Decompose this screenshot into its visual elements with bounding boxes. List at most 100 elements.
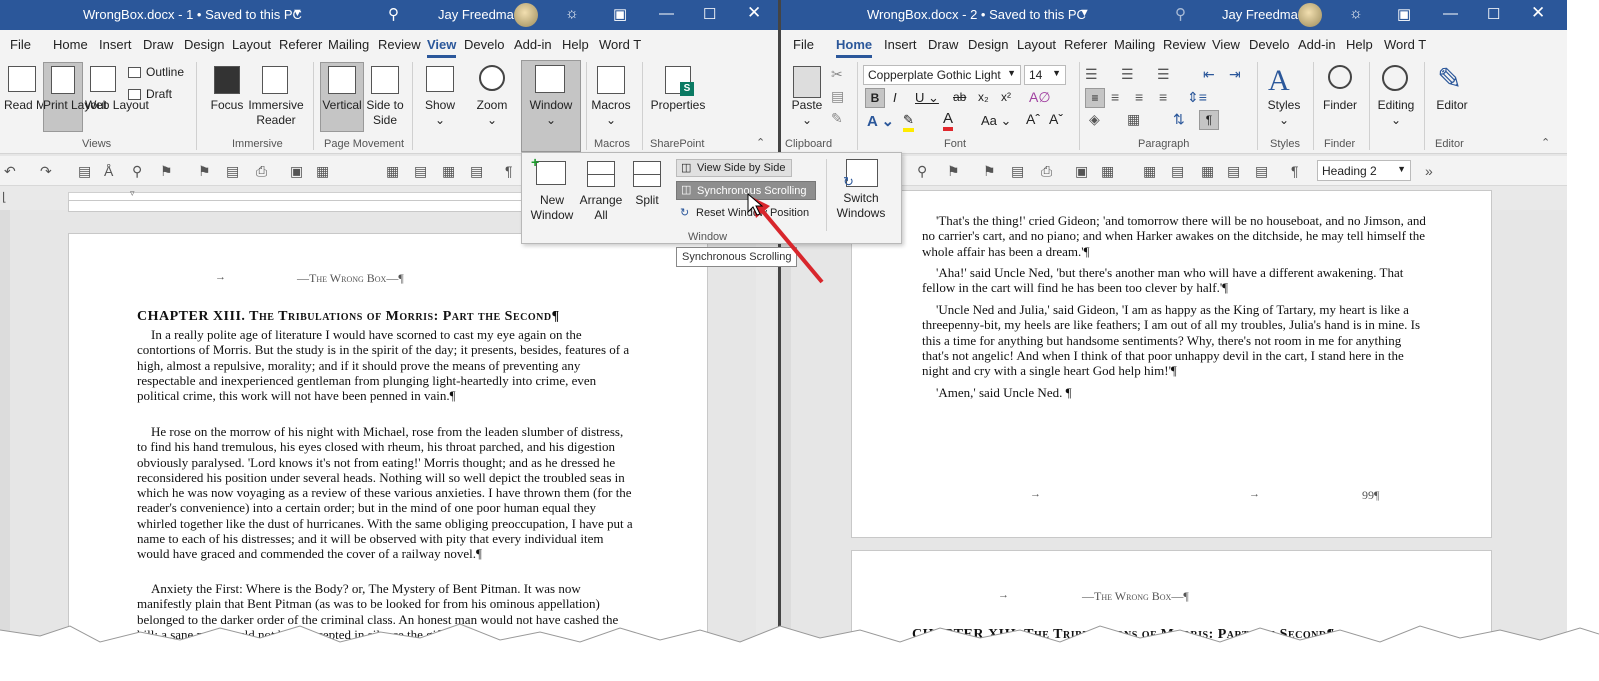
tab-review[interactable]: Review bbox=[1163, 37, 1206, 52]
sort-icon[interactable]: ⇅ bbox=[1173, 111, 1185, 128]
font-size-dropdown[interactable]: 14 ▼ bbox=[1024, 65, 1066, 85]
borders-icon[interactable]: ▦ bbox=[1127, 111, 1140, 128]
tab-design[interactable]: Design bbox=[968, 37, 1008, 52]
immersive-reader-button[interactable]: Immersive Reader bbox=[247, 98, 305, 128]
tab-mailings[interactable]: Mailing bbox=[328, 37, 369, 52]
clear-formatting-icon[interactable]: A∅ bbox=[1029, 89, 1051, 106]
picture-icon[interactable]: ▣ bbox=[1075, 163, 1088, 180]
avatar[interactable] bbox=[514, 3, 538, 27]
collapse-ribbon-icon[interactable]: ⌃ bbox=[1541, 136, 1550, 149]
undo-icon[interactable]: ↶ bbox=[4, 163, 16, 180]
tab-home[interactable]: Home bbox=[836, 37, 873, 58]
lock-icon[interactable]: ⚑ bbox=[198, 163, 211, 180]
decrease-indent-icon[interactable]: ⇤ bbox=[1203, 66, 1215, 83]
split-button[interactable]: Split bbox=[626, 193, 668, 208]
new-window-button[interactable]: New Window bbox=[526, 193, 578, 223]
title-chevron-icon[interactable]: ▼ bbox=[1079, 7, 1090, 19]
tab-view[interactable]: View bbox=[1212, 37, 1240, 52]
minimize-icon[interactable]: — bbox=[659, 5, 674, 22]
tab-review[interactable]: Review bbox=[378, 37, 421, 52]
maximize-icon[interactable]: ☐ bbox=[703, 5, 716, 23]
copy-icon[interactable]: ▤ bbox=[831, 88, 844, 105]
lightbulb-icon[interactable]: ☼ bbox=[1349, 5, 1363, 22]
tab-add-ins[interactable]: Add-in bbox=[1298, 37, 1336, 52]
print-icon[interactable]: ⎙ bbox=[256, 163, 267, 180]
underline-button[interactable]: U ⌄ bbox=[915, 90, 939, 106]
find-style-icon[interactable]: ⚲ bbox=[132, 163, 142, 180]
tab-home[interactable]: Home bbox=[53, 37, 88, 52]
tab-mailings[interactable]: Mailing bbox=[1114, 37, 1155, 52]
tab-help[interactable]: Help bbox=[1346, 37, 1373, 52]
collapse-ribbon-icon[interactable]: ⌃ bbox=[756, 136, 765, 149]
minimize-icon[interactable]: — bbox=[1443, 5, 1458, 22]
tab-view[interactable]: View bbox=[427, 37, 457, 58]
find-style-icon[interactable]: ⚲ bbox=[917, 163, 927, 180]
tab-draw[interactable]: Draw bbox=[143, 37, 173, 52]
macros-button[interactable]: Macros ⌄ bbox=[588, 98, 634, 128]
increase-indent-icon[interactable]: ⇥ bbox=[1229, 66, 1241, 83]
tab-file[interactable]: File bbox=[10, 37, 31, 52]
tag-icon[interactable]: ⚑ bbox=[160, 163, 173, 180]
styles-button[interactable]: Styles ⌄ bbox=[1261, 98, 1307, 128]
tag-icon[interactable]: ⚑ bbox=[947, 163, 960, 180]
tab-references[interactable]: Referer bbox=[1064, 37, 1107, 52]
superscript-button[interactable]: x² bbox=[1001, 90, 1011, 104]
title-chevron-icon[interactable]: ▼ bbox=[292, 7, 303, 19]
insert-table-icon[interactable]: ▦ bbox=[386, 163, 399, 180]
tab-help[interactable]: Help bbox=[562, 37, 589, 52]
show-button[interactable]: Show ⌄ bbox=[418, 98, 462, 128]
style-dropdown[interactable]: Heading 2 ▼ bbox=[1317, 160, 1411, 181]
columns-icon[interactable]: ▤ bbox=[414, 163, 427, 180]
center-icon[interactable]: ≡ bbox=[1111, 89, 1119, 105]
show-formatting-button[interactable]: ¶ bbox=[1199, 110, 1219, 130]
tab-developer[interactable]: Develo bbox=[464, 37, 504, 52]
focus-button[interactable]: Focus bbox=[207, 98, 247, 113]
indent-marker-icon[interactable]: ▿ bbox=[130, 188, 135, 199]
shading-icon[interactable]: ◈ bbox=[1089, 111, 1100, 128]
align-right-icon[interactable]: ≡ bbox=[1135, 89, 1143, 105]
font-name-dropdown[interactable]: Copperplate Gothic Light ▼ bbox=[863, 65, 1021, 85]
picture-icon[interactable]: ▣ bbox=[290, 163, 303, 180]
zoom-button[interactable]: Zoom ⌄ bbox=[470, 98, 514, 128]
web-layout-button[interactable]: Web Layout bbox=[85, 98, 149, 113]
caption-icon[interactable]: ▤ bbox=[470, 163, 483, 180]
align-left-button[interactable]: ≡ bbox=[1085, 88, 1105, 108]
print-icon[interactable]: ⎙ bbox=[1041, 163, 1052, 180]
vertical-button[interactable]: Vertical bbox=[320, 98, 364, 113]
paste-button[interactable]: Paste ⌄ bbox=[787, 98, 827, 128]
ribbon-display-icon[interactable]: ▣ bbox=[1397, 5, 1411, 23]
search-icon[interactable]: ⚲ bbox=[1175, 5, 1186, 23]
outline-button[interactable]: Outline bbox=[146, 65, 184, 80]
protect-icon[interactable]: ▤ bbox=[226, 163, 239, 180]
multilevel-list-icon[interactable]: ☰ bbox=[1157, 66, 1170, 83]
tab-word-tools[interactable]: Word T bbox=[1384, 37, 1426, 52]
redo-icon[interactable]: ↷ bbox=[40, 163, 52, 180]
pilcrow-icon[interactable]: ¶ bbox=[1291, 163, 1299, 179]
tab-design[interactable]: Design bbox=[184, 37, 224, 52]
tab-add-ins[interactable]: Add-in bbox=[514, 37, 552, 52]
columns-2-icon[interactable]: ▤ bbox=[1255, 163, 1268, 180]
tab-file[interactable]: File bbox=[793, 37, 814, 52]
format-painter-icon[interactable]: ✎ bbox=[831, 110, 843, 127]
grow-font-icon[interactable]: Aˆ bbox=[1026, 111, 1040, 127]
change-case-icon[interactable]: Aa ⌄ bbox=[981, 113, 1011, 129]
lock-icon[interactable]: ⚑ bbox=[983, 163, 996, 180]
style-inspector-icon[interactable]: Å bbox=[104, 163, 113, 179]
bold-button[interactable]: B bbox=[865, 88, 885, 108]
arrange-all-button[interactable]: Arrange All bbox=[578, 193, 624, 223]
lightbulb-icon[interactable]: ☼ bbox=[565, 5, 579, 22]
ribbon-display-icon[interactable]: ▣ bbox=[613, 5, 627, 23]
columns-icon[interactable]: ▤ bbox=[1171, 163, 1184, 180]
editing-button[interactable]: Editing ⌄ bbox=[1371, 98, 1421, 128]
tab-selector-icon[interactable]: ⌊ bbox=[2, 190, 7, 204]
view-side-by-side-button[interactable]: ◫ View Side by Side bbox=[676, 159, 792, 177]
shrink-font-icon[interactable]: Aˇ bbox=[1049, 111, 1063, 127]
highlight-icon[interactable]: ✎ bbox=[903, 112, 914, 132]
tab-layout[interactable]: Layout bbox=[1017, 37, 1056, 52]
protect-icon[interactable]: ▤ bbox=[1011, 163, 1024, 180]
format-icon[interactable]: ▤ bbox=[78, 163, 91, 180]
window-button[interactable]: Window ⌄ bbox=[521, 98, 581, 128]
tab-layout[interactable]: Layout bbox=[232, 37, 271, 52]
table-icon[interactable]: ▦ bbox=[1101, 163, 1114, 180]
italic-button[interactable]: I bbox=[893, 90, 897, 105]
